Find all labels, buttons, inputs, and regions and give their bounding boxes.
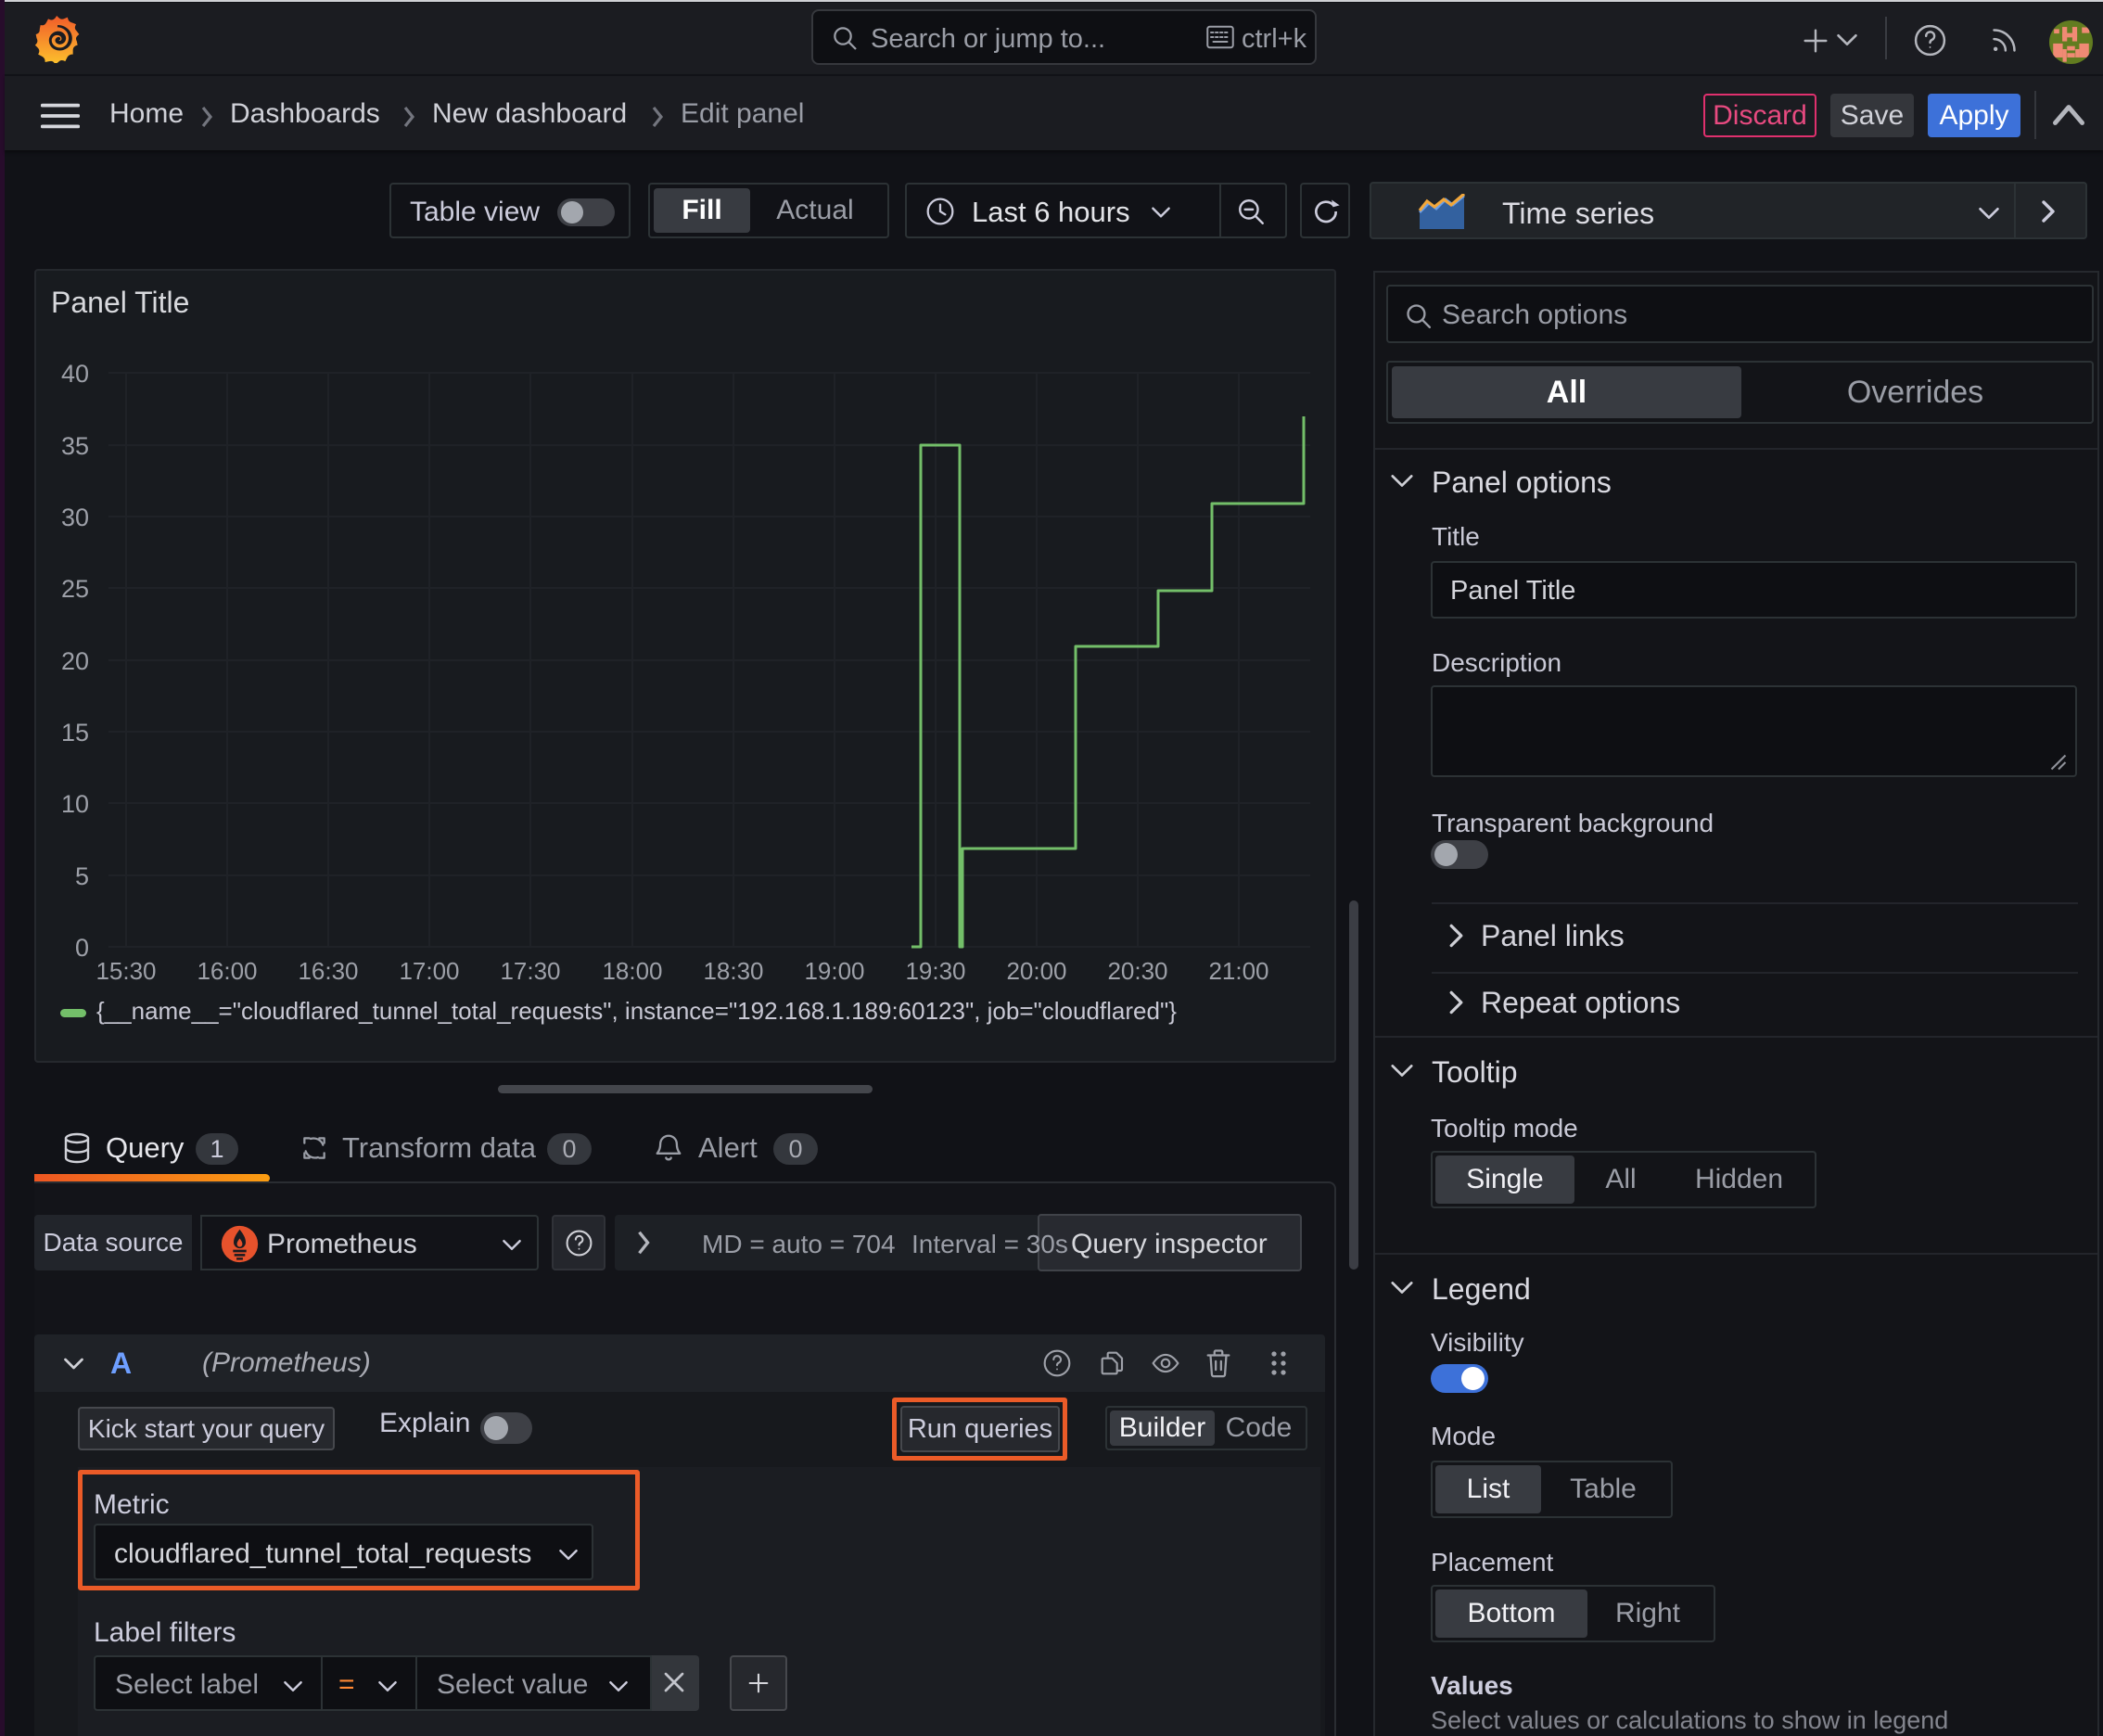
svg-text:20:30: 20:30 — [1107, 957, 1167, 985]
svg-text:20: 20 — [61, 647, 89, 675]
svg-text:19:00: 19:00 — [804, 957, 864, 985]
svg-text:10: 10 — [61, 790, 89, 818]
svg-text:18:30: 18:30 — [703, 957, 763, 985]
svg-text:15: 15 — [61, 719, 89, 747]
svg-text:5: 5 — [75, 862, 89, 890]
svg-text:40: 40 — [61, 360, 89, 388]
svg-text:0: 0 — [75, 934, 89, 962]
svg-text:21:00: 21:00 — [1208, 957, 1268, 985]
svg-text:30: 30 — [61, 504, 89, 531]
svg-text:18:00: 18:00 — [602, 957, 662, 985]
svg-text:19:30: 19:30 — [905, 957, 965, 985]
svg-text:17:00: 17:00 — [399, 957, 459, 985]
svg-text:20:00: 20:00 — [1006, 957, 1066, 985]
svg-text:25: 25 — [61, 575, 89, 603]
svg-text:17:30: 17:30 — [500, 957, 560, 985]
svg-text:15:30: 15:30 — [96, 957, 156, 985]
svg-text:35: 35 — [61, 432, 89, 460]
svg-text:16:00: 16:00 — [197, 957, 257, 985]
svg-text:16:30: 16:30 — [298, 957, 358, 985]
